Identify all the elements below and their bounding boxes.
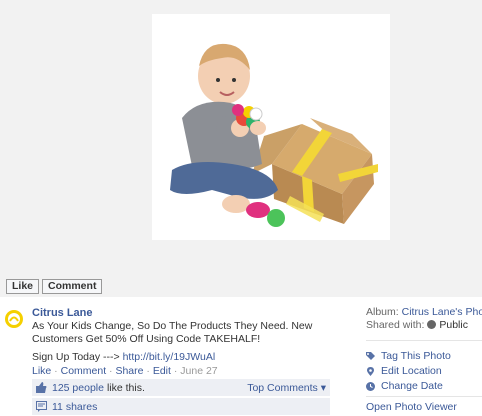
meta-divider-2: [366, 396, 482, 397]
likes-text: like this.: [106, 381, 145, 394]
thumbs-up-icon: [36, 382, 47, 393]
shared-with-row: Shared with: Public: [366, 319, 482, 332]
post-like-link[interactable]: Like: [32, 365, 51, 377]
post-action-links: Like · Comment · Share · Edit · June 27: [32, 365, 218, 377]
album-link[interactable]: Citrus Lane's Photo: [402, 306, 482, 318]
edit-location-link[interactable]: Edit Location: [366, 364, 451, 379]
shared-with-label: Shared with:: [366, 319, 425, 331]
likes-count-link[interactable]: 125 people: [52, 382, 104, 394]
album-row: Album: Citrus Lane's Photo: [366, 306, 482, 319]
photo-stage: Like Comment: [0, 0, 482, 297]
photo-options: Tag This Photo Edit Location Change Date: [366, 349, 451, 394]
location-pin-icon: [367, 367, 374, 376]
top-comments-dropdown[interactable]: Top Comments ▾: [247, 382, 326, 394]
clock-icon: [366, 382, 375, 391]
top-comments-label: Top Comments: [247, 382, 318, 394]
globe-icon: [427, 320, 437, 329]
meta-divider: [366, 340, 482, 341]
change-date-link[interactable]: Change Date: [366, 379, 451, 394]
change-date-label: Change Date: [381, 380, 443, 392]
photo-meta: Album: Citrus Lane's Photo Shared with: P…: [366, 306, 482, 332]
post-text: As Your Kids Change, So Do The Products …: [32, 320, 313, 345]
comment-button[interactable]: Comment: [42, 279, 103, 294]
likes-summary: 125 people like this. Top Comments ▾: [32, 379, 330, 396]
post-date[interactable]: June 27: [180, 365, 217, 377]
chevron-down-icon: ▾: [320, 382, 326, 394]
privacy-value[interactable]: Public: [439, 319, 468, 331]
post-share-link[interactable]: Share: [115, 365, 143, 377]
signup-line: Sign Up Today ---> http://bit.ly/19JWuAl: [32, 351, 215, 363]
signup-link[interactable]: http://bit.ly/19JWuAl: [123, 351, 216, 363]
tag-icon: [366, 352, 375, 360]
baby-with-box-illustration: [170, 43, 378, 227]
post-comment-link[interactable]: Comment: [61, 365, 107, 377]
page-name-link[interactable]: Citrus Lane: [32, 307, 93, 319]
tag-photo-link[interactable]: Tag This Photo: [366, 349, 451, 364]
share-icon: [36, 401, 47, 412]
edit-location-label: Edit Location: [381, 365, 442, 377]
tag-photo-label: Tag This Photo: [381, 350, 451, 362]
photo-action-bar: Like Comment: [6, 279, 103, 294]
album-label: Album:: [366, 306, 399, 318]
like-button[interactable]: Like: [6, 279, 40, 294]
open-photo-viewer-link[interactable]: Open Photo Viewer: [366, 401, 457, 413]
signup-prefix: Sign Up Today --->: [32, 351, 123, 363]
photo-post: Citrus Lane As Your Kids Change, So Do T…: [0, 297, 356, 416]
shares-link[interactable]: 11 shares: [52, 401, 97, 413]
post-edit-link[interactable]: Edit: [153, 365, 171, 377]
main-photo[interactable]: [152, 14, 390, 240]
citrus-lane-logo-icon[interactable]: [4, 309, 24, 329]
shares-summary: 11 shares: [32, 398, 330, 415]
